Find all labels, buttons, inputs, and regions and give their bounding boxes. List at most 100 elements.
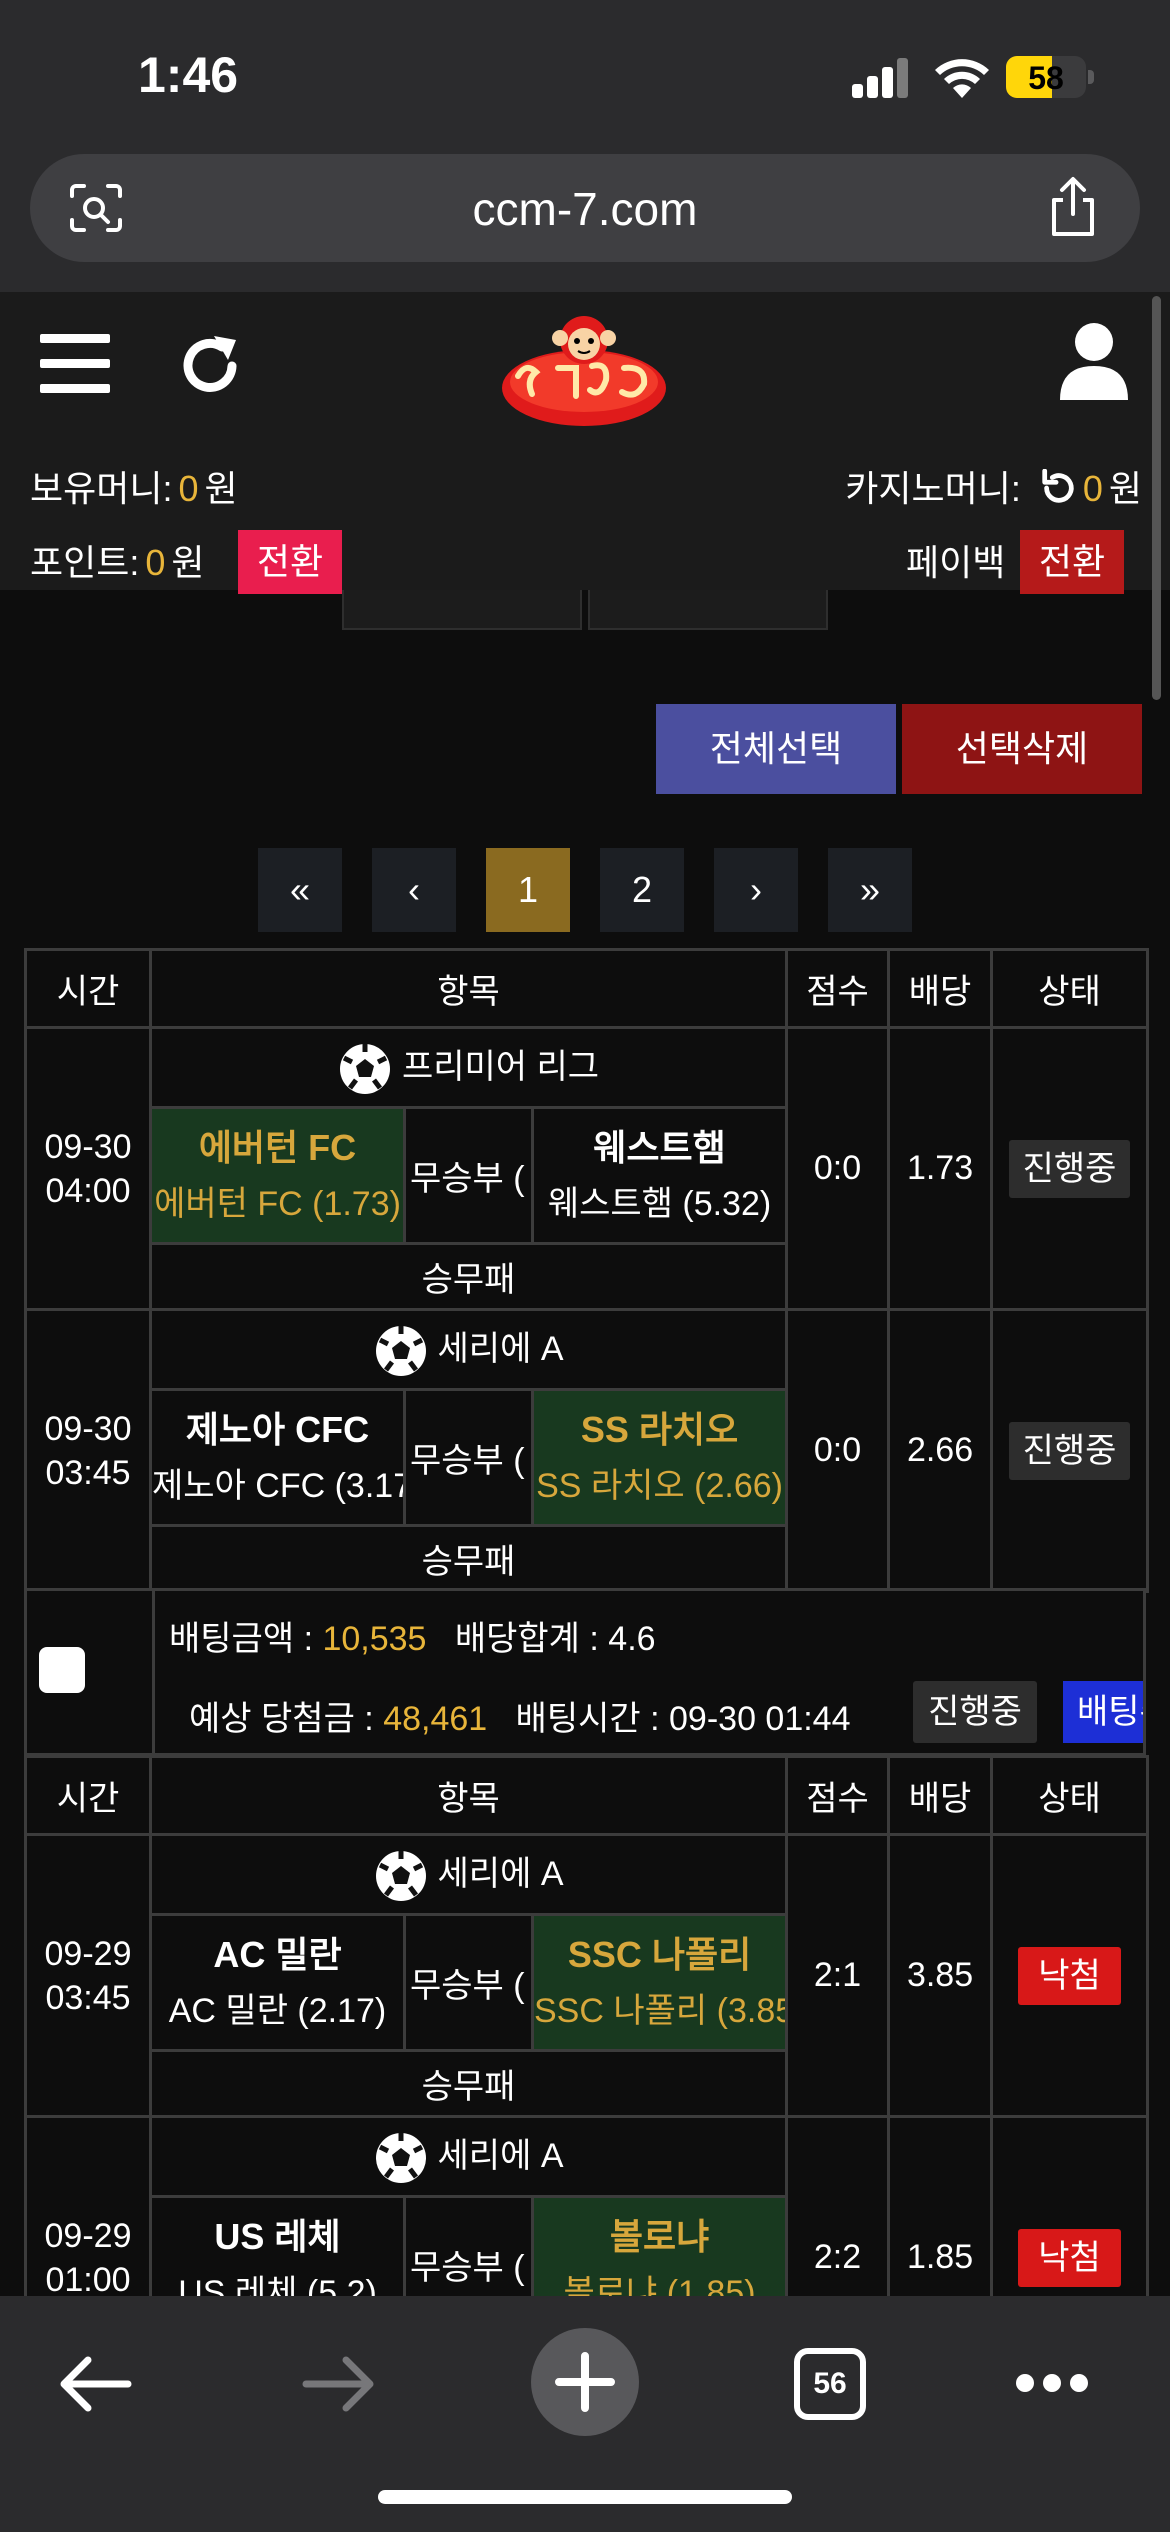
status-bar: 1:46 58 [0,0,1170,150]
back-arrow-icon[interactable] [58,2354,132,2414]
more-options-icon[interactable] [1016,2374,1088,2394]
total-odds-value: 4.6 [608,1620,656,1658]
match-odds: 3.85 [887,1833,994,2118]
away-team: SSC 나폴리 [567,1933,752,1975]
match-date: 09-29 [44,2216,132,2255]
bet-type: 승무패 [148,2049,789,2118]
col-state: 상태 [990,948,1150,1029]
league-name: 세리에 A [437,1854,564,1893]
match-date: 09-30 [44,1409,132,1448]
match-hour: 01:00 [45,2260,131,2299]
col-score: 점수 [785,948,891,1029]
bet-slip-table-1: 시간 항목 점수 배당 상태 09-30 04:00 프리미어 리그 0:0 1… [24,948,1150,1593]
soccer-ball-icon [339,1044,390,1094]
casino-refresh-icon[interactable] [1039,468,1077,507]
page-first-button[interactable]: « [258,848,342,932]
tab-remnant-casino[interactable] [342,590,582,630]
plus-icon [555,2352,615,2412]
col-state: 상태 [990,1755,1150,1836]
payback-label: 페이백 [906,542,1006,583]
refresh-icon[interactable] [176,332,244,400]
away-team-odds: SSC 나폴리 (3.85 [534,1991,787,2030]
bet-slip-summary: 배팅금액 : 10,535 배당합계 : 4.6 예상 당첨금 : 48,461… [24,1588,1146,1756]
point-switch-button[interactable]: 전환 [238,530,342,594]
soccer-ball-icon [375,1851,426,1901]
site-logo[interactable] [496,310,672,430]
bet-cancel-button[interactable]: 배팅취소 [1063,1681,1143,1743]
expected-win-value: 48,461 [383,1700,488,1738]
page-1-button[interactable]: 1 [486,848,570,932]
bet-amount-label: 배팅금액 : [169,1620,314,1658]
draw-cell[interactable]: 무승부 ( [403,1106,534,1245]
match-score: 2:1 [785,1833,891,2118]
forward-arrow-icon[interactable] [302,2354,376,2414]
page-2-button[interactable]: 2 [600,848,684,932]
site-header: 보유머니: 0 원 카지노머니: 0원 포인트: 0 원 전환 페이백 전환 [0,292,1170,594]
state-badge: 낙첨 [1018,2228,1121,2287]
home-team-cell[interactable]: AC 밀란 AC 밀란 (2.17) [149,1913,406,2052]
expected-win-label: 예상 당첨금 : [189,1700,374,1738]
match-date: 09-30 [44,1127,132,1166]
battery-level: 58 [1028,60,1064,96]
point-currency: 원 [171,542,205,583]
away-team-cell[interactable]: SS 라치오 SS 라치오 (2.66) [530,1388,789,1527]
casino-money-value: 0 [1082,468,1103,509]
url-text[interactable]: ccm-7.com [30,182,1140,236]
col-score: 점수 [785,1755,891,1836]
col-item: 항목 [148,1755,789,1836]
league-name: 프리미어 리그 [401,1047,600,1086]
away-team-cell[interactable]: 웨스트햄 웨스트햄 (5.32) [530,1106,789,1245]
away-team: SS 라치오 [580,1408,739,1450]
bet-type: 승무패 [148,1524,789,1593]
hold-money-currency: 원 [204,468,238,509]
bet-amount-line: 배팅금액 : 10,535 배당합계 : 4.6 [169,1611,656,1660]
menu-icon[interactable] [40,334,110,394]
browser-address-area: ccm-7.com [0,150,1170,292]
draw-cell[interactable]: 무승부 ( [403,1388,534,1527]
page-next-button[interactable]: › [714,848,798,932]
league-row: 세리에 A [148,1308,789,1391]
home-team-odds: AC 밀란 (2.17) [168,1991,387,2030]
address-bar[interactable]: ccm-7.com [30,154,1140,262]
tab-switcher-button[interactable]: 56 [794,2348,866,2420]
bet-time-label: 배팅시간 : [515,1700,660,1738]
bet-type: 승무패 [148,1242,789,1311]
slip-checkbox[interactable] [39,1647,85,1693]
hold-money-label: 보유머니: [30,468,173,509]
match-odds: 2.66 [887,1308,994,1593]
expected-win-line: 예상 당첨금 : 48,461 배팅시간 : 09-30 01:44 [189,1691,851,1740]
payback-switch-button[interactable]: 전환 [1020,530,1124,594]
league-row: 세리에 A [148,1833,789,1916]
home-indicator [378,2490,792,2504]
match-time: 09-30 04:00 [24,1026,152,1311]
tab-remnant-other[interactable] [588,590,828,630]
point-label: 포인트: [30,542,140,583]
slip-state-badge: 진행중 [913,1681,1037,1743]
page-last-button[interactable]: » [828,848,912,932]
user-icon[interactable] [1058,322,1130,402]
home-team: US 레체 [214,2215,341,2257]
home-team-cell[interactable]: 제노아 CFC 제노아 CFC (3.17) [149,1388,406,1527]
hold-money-value: 0 [178,468,199,509]
battery-nub [1088,70,1094,84]
select-all-button[interactable]: 전체선택 [656,704,896,794]
match-time: 09-30 03:45 [24,1308,152,1593]
home-team: 제노아 CFC [185,1408,370,1450]
match-time: 09-29 03:45 [24,1833,152,2118]
away-team-odds: 웨스트햄 (5.32) [547,1184,772,1223]
wifi-icon [935,59,989,98]
away-team-cell[interactable]: SSC 나폴리 SSC 나폴리 (3.85 [530,1913,789,2052]
scrollbar-thumb[interactable] [1152,296,1161,700]
away-team: 웨스트햄 [593,1126,726,1168]
draw-cell[interactable]: 무승부 ( [403,1913,534,2052]
soccer-ball-icon [375,2133,426,2183]
home-team-odds: 제노아 CFC (3.17) [152,1466,405,1505]
col-time: 시간 [24,948,152,1029]
share-icon[interactable] [1046,176,1100,238]
bet-time-value: 09-30 01:44 [669,1700,851,1738]
new-tab-button[interactable] [531,2328,639,2436]
delete-selected-button[interactable]: 선택삭제 [902,704,1142,794]
page-prev-button[interactable]: ‹ [372,848,456,932]
home-team-cell[interactable]: 에버턴 FC 에버턴 FC (1.73) [149,1106,406,1245]
col-odds: 배당 [887,1755,994,1836]
